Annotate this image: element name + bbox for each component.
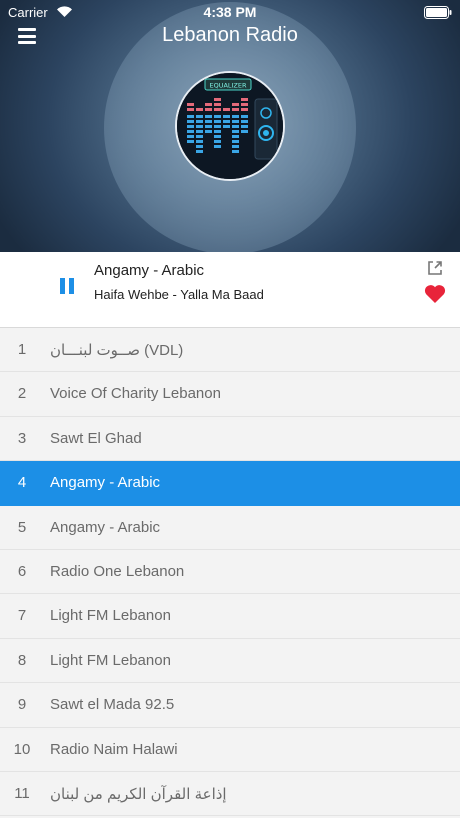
station-name: Voice Of Charity Lebanon [50,385,221,403]
station-name: Radio Naim Halawi [50,740,178,758]
now-playing-station: Angamy - Arabic [94,262,205,279]
station-artwork: EQUALIZER [175,71,285,181]
station-name: Light FM Lebanon [50,607,171,625]
station-number: 8 [17,651,27,669]
station-name: Angamy - Arabic [50,474,161,492]
station-list: 1 صــوت لبنـــان (VDL) 2 Voice Of Charity L… [0,328,460,818]
pause-button[interactable] [58,278,76,300]
equalizer-artwork: EQUALIZER [177,73,283,179]
status-bar: Carrier 4:38 PM [0,0,460,24]
station-row[interactable]: 3 Sawt El Ghad [0,417,460,462]
station-number: 7 [17,607,27,625]
station-row[interactable]: 9 Sawt el Mada 92.5 [0,683,460,728]
station-row[interactable]: 8 Light FM Lebanon [0,639,460,684]
station-row[interactable]: 6 Radio One Lebanon [0,550,460,595]
station-name: Sawt el Mada 92.5 [50,696,175,714]
app-title: Lebanon Radio [162,24,298,46]
station-name: صــوت لبنـــان (VDL) [50,342,184,359]
station-row[interactable]: 4 Angamy - Arabic [0,461,460,506]
now-playing-bar: Angamy - Arabic Haifa Wehbe - Yalla Ma B… [0,252,460,328]
station-name: Light FM Lebanon [50,651,171,669]
station-number: 9 [17,696,27,714]
station-number: 3 [17,429,27,447]
station-number: 10 [13,740,31,758]
now-playing-track: Haifa Wehbe - Yalla Ma Baad [94,287,264,302]
station-number: 4 [17,474,27,492]
station-name: Angamy - Arabic [50,518,161,536]
station-row[interactable]: 11 إذاعة القرآن الكريم من لبنان [0,772,460,817]
favorite-heart-icon[interactable] [424,284,446,304]
station-name: Sawt El Ghad [50,429,142,447]
station-number: 2 [17,385,27,403]
clock: 4:38 PM [203,4,257,20]
station-name: Radio One Lebanon [50,562,185,580]
share-icon[interactable] [427,260,443,276]
station-row[interactable]: 7 Light FM Lebanon [0,594,460,639]
station-row[interactable]: 2 Voice Of Charity Lebanon [0,372,460,417]
equalizer-label: EQUALIZER [209,82,247,90]
station-row[interactable]: 5 Angamy - Arabic [0,506,460,550]
station-name: إذاعة القرآن الكريم من لبنان [50,785,227,803]
header: Carrier 4:38 PM Lebanon Radio EQUALIZER [0,0,460,252]
station-row[interactable]: 10 Radio Naim Halawi [0,728,460,772]
station-number: 1 [17,341,27,358]
battery-icon [424,6,452,19]
station-row[interactable]: 1 صــوت لبنـــان (VDL) [0,328,460,373]
station-number: 5 [17,518,27,536]
station-number: 11 [14,784,30,802]
station-number: 6 [17,562,27,580]
